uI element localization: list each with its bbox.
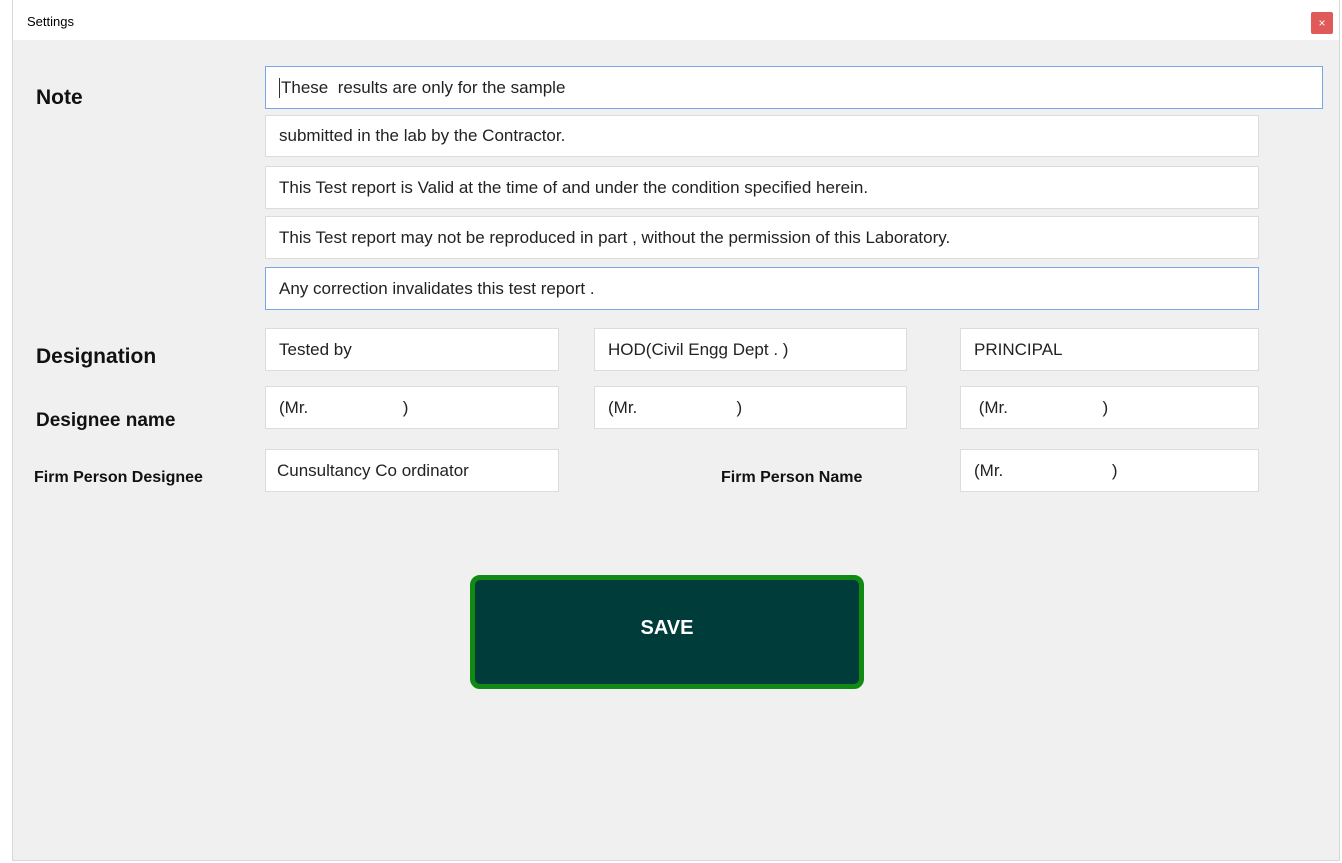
settings-window: Settings × Note Designation Designee nam…: [12, 0, 1340, 861]
note-label: Note: [36, 86, 83, 109]
note-line-2-text: submitted in the lab by the Contractor.: [279, 126, 566, 145]
designation-3-text: PRINCIPAL: [974, 339, 1063, 359]
designee-name-3-text: (Mr. ): [974, 398, 1109, 417]
note-line-1-field[interactable]: These results are only for the sample: [265, 66, 1323, 109]
firm-person-name-text: (Mr. ): [974, 461, 1118, 480]
firm-person-designee-label: Firm Person Designee: [34, 469, 203, 486]
note-line-5-field[interactable]: Any correction invalidates this test rep…: [265, 267, 1259, 310]
firm-person-designee-text: Cunsultancy Co ordinator: [277, 461, 469, 480]
note-line-4-field[interactable]: This Test report may not be reproduced i…: [265, 216, 1259, 259]
save-button[interactable]: SAVE: [470, 575, 864, 689]
designee-name-2-field[interactable]: (Mr. ): [594, 386, 907, 429]
note-line-3-text: This Test report is Valid at the time of…: [279, 177, 869, 197]
designee-name-1-text: (Mr. ): [279, 398, 409, 417]
firm-person-name-label: Firm Person Name: [721, 469, 863, 486]
designee-name-3-field[interactable]: (Mr. ): [960, 386, 1259, 429]
designee-name-1-field[interactable]: (Mr. ): [265, 386, 559, 429]
note-line-4-text: This Test report may not be reproduced i…: [279, 227, 951, 247]
firm-person-designee-field[interactable]: Cunsultancy Co ordinator: [265, 449, 559, 492]
designation-1-field[interactable]: Tested by: [265, 328, 559, 371]
note-line-1-text: These results are only for the sample: [281, 77, 566, 97]
designation-1-text: Tested by: [279, 339, 352, 359]
window-title: Settings: [27, 14, 74, 29]
note-line-3-field[interactable]: This Test report is Valid at the time of…: [265, 166, 1259, 209]
close-icon[interactable]: ×: [1311, 12, 1333, 34]
firm-person-name-field[interactable]: (Mr. ): [960, 449, 1259, 492]
designation-2-text: HOD(Civil Engg Dept . ): [608, 339, 789, 359]
designation-label: Designation: [36, 345, 157, 368]
note-line-5-text: Any correction invalidates this test rep…: [279, 278, 595, 298]
designee-name-2-text: (Mr. ): [608, 397, 743, 417]
designation-3-field[interactable]: PRINCIPAL: [960, 328, 1259, 371]
designee-name-label: Designee name: [36, 410, 176, 431]
note-line-2-field[interactable]: submitted in the lab by the Contractor.: [265, 115, 1259, 157]
text-caret: [279, 77, 280, 98]
title-bar: Settings ×: [13, 0, 1339, 40]
designation-2-field[interactable]: HOD(Civil Engg Dept . ): [594, 328, 907, 371]
